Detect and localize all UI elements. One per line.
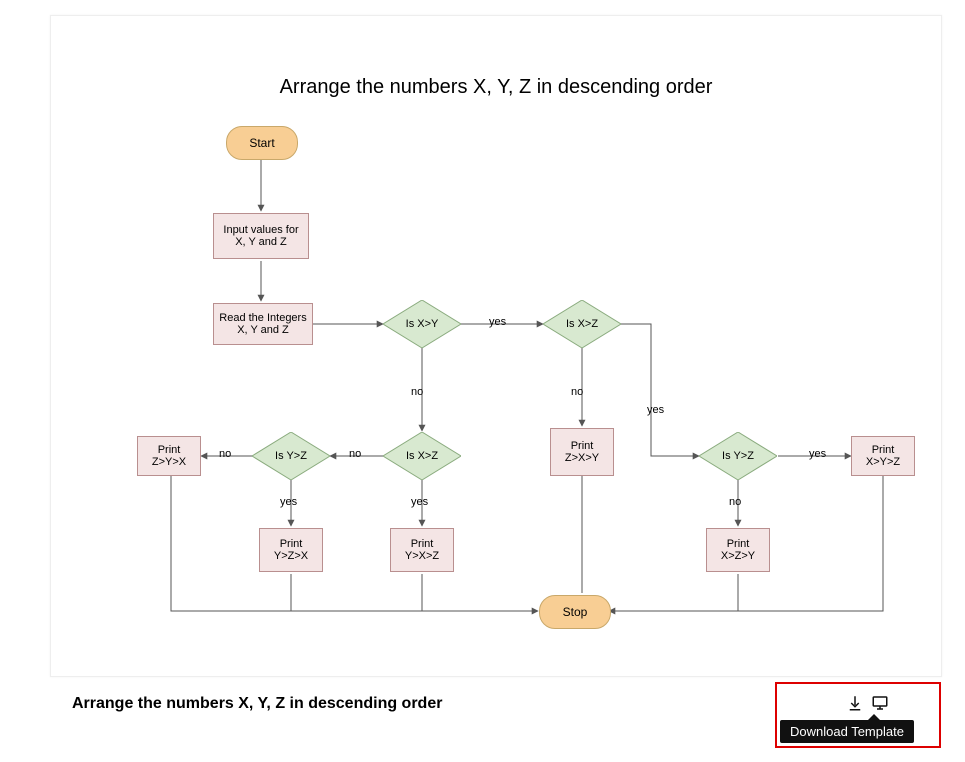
stop-label: Stop: [563, 605, 588, 619]
process-print-yxz: Print Y>X>Z: [390, 528, 454, 572]
decision-xz-top-label: Is X>Z: [543, 300, 621, 348]
input-label: Input values for X, Y and Z: [218, 224, 304, 248]
decision-yz-left-label: Is Y>Z: [252, 432, 330, 480]
decision-xz-top: Is X>Z: [543, 300, 621, 348]
terminator-stop: Stop: [539, 595, 611, 629]
flowchart-card: Arrange the numbers X, Y, Z in descendin…: [50, 15, 942, 677]
decision-xy-label: Is X>Y: [383, 300, 461, 348]
p-yxz-label: Print Y>X>Z: [405, 538, 439, 562]
edge-xy-no: no: [411, 386, 423, 398]
process-print-xyz: Print X>Y>Z: [851, 436, 915, 476]
start-label: Start: [249, 136, 274, 150]
caption: Arrange the numbers X, Y, Z in descendin…: [72, 695, 442, 713]
process-print-xzy: Print X>Z>Y: [706, 528, 770, 572]
process-print-zyx: Print Z>Y>X: [137, 436, 201, 476]
p-xzy-label: Print X>Z>Y: [721, 538, 755, 562]
decision-yz-left: Is Y>Z: [252, 432, 330, 480]
decision-xz-mid: Is X>Z: [383, 432, 461, 480]
chart-title: Arrange the numbers X, Y, Z in descendin…: [51, 76, 941, 99]
process-print-zxy: Print Z>X>Y: [550, 428, 614, 476]
edge-xzmid-no: no: [349, 448, 361, 460]
edge-xztop-yes: yes: [647, 404, 664, 416]
process-read: Read the Integers X, Y and Z: [213, 303, 313, 345]
edge-xy-yes: yes: [489, 316, 506, 328]
p-zyx-label: Print Z>Y>X: [152, 444, 186, 468]
process-input: Input values for X, Y and Z: [213, 213, 309, 259]
download-tooltip: Download Template: [780, 720, 914, 743]
p-zxy-label: Print Z>X>Y: [565, 440, 599, 464]
flow-edges: [51, 16, 941, 676]
edge-yzr-yes: yes: [809, 448, 826, 460]
terminator-start: Start: [226, 126, 298, 160]
read-label: Read the Integers X, Y and Z: [218, 312, 308, 336]
edge-xzmid-yes: yes: [411, 496, 428, 508]
page-root: Arrange the numbers X, Y, Z in descendin…: [0, 0, 965, 762]
edge-yzl-no: no: [219, 448, 231, 460]
edge-xztop-no: no: [571, 386, 583, 398]
decision-xy: Is X>Y: [383, 300, 461, 348]
p-xyz-label: Print X>Y>Z: [866, 444, 900, 468]
download-icon[interactable]: [846, 694, 864, 717]
decision-yz-right: Is Y>Z: [699, 432, 777, 480]
decision-yz-right-label: Is Y>Z: [699, 432, 777, 480]
decision-xz-mid-label: Is X>Z: [383, 432, 461, 480]
p-yzx-label: Print Y>Z>X: [274, 538, 308, 562]
edge-yzr-no: no: [729, 496, 741, 508]
edge-yzl-yes: yes: [280, 496, 297, 508]
process-print-yzx: Print Y>Z>X: [259, 528, 323, 572]
